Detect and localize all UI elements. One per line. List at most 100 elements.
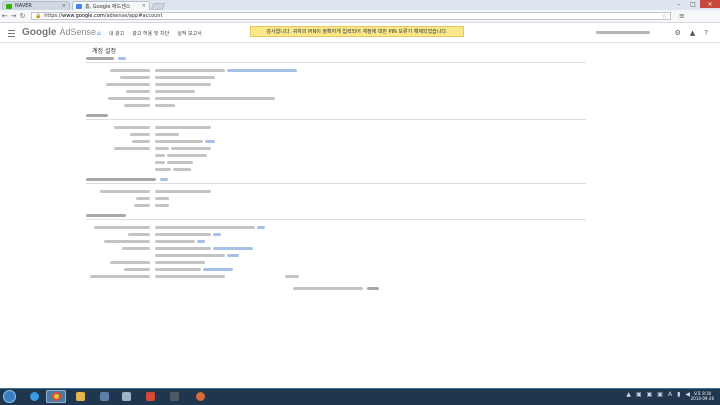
field-value-blurred xyxy=(155,190,211,193)
section-payment-info xyxy=(86,114,586,173)
bell-icon[interactable]: ▲ xyxy=(690,29,695,37)
url-bar[interactable]: 🔒 https://www.google.com/adsense/app#acc… xyxy=(31,12,671,20)
field-value-blurred xyxy=(155,254,225,257)
app-icon-orange[interactable] xyxy=(190,390,210,403)
system-tray: ▲ ▣ ▣ ▣ A ▮ ◀ xyxy=(626,391,690,398)
close-window-button[interactable]: ✕ xyxy=(700,0,720,8)
app-icon-red[interactable] xyxy=(140,390,160,403)
field-label-blurred xyxy=(90,275,150,278)
field-label-blurred xyxy=(122,247,150,250)
app-icon-dark[interactable] xyxy=(164,390,184,403)
new-tab-button[interactable] xyxy=(150,3,166,10)
field-label-blurred xyxy=(126,90,150,93)
notice-banner: 감사합니다. 귀하의 PIN이 정확하게 입력되어 계정에 대한 PIN 보류가… xyxy=(250,26,464,37)
tab-close-icon[interactable]: × xyxy=(142,3,146,9)
field-value-blurred xyxy=(155,247,211,250)
network-icon[interactable]: ▮ xyxy=(677,391,680,398)
forward-icon[interactable]: → xyxy=(9,12,18,20)
tab-close-icon[interactable]: × xyxy=(62,3,66,9)
tab-naver[interactable]: NAVER × xyxy=(2,1,70,10)
camera-icon[interactable] xyxy=(116,390,136,403)
field-label-blurred xyxy=(106,83,150,86)
field-value-blurred xyxy=(155,204,169,207)
url-scheme: https:// xyxy=(44,13,63,19)
url-path: /adsense/app#account xyxy=(104,13,163,19)
start-button[interactable] xyxy=(3,390,16,403)
reload-icon[interactable]: ↻ xyxy=(18,12,27,20)
field-label-blurred xyxy=(110,261,150,264)
bookmark-star-icon[interactable]: ☆ xyxy=(662,13,667,20)
field-value-blurred xyxy=(155,133,179,136)
logo-google: Google xyxy=(22,27,57,38)
logo-product: AdSense xyxy=(59,27,96,37)
taskbar-clock[interactable]: 오후 8:30 2014-09-26 xyxy=(691,391,714,401)
account-email-blurred[interactable] xyxy=(596,31,650,34)
ie-icon[interactable] xyxy=(24,390,44,403)
folder-icon[interactable] xyxy=(70,390,90,403)
naver-favicon-icon xyxy=(6,3,12,9)
field-link-blurred[interactable] xyxy=(196,240,205,243)
section-heading-blurred xyxy=(86,178,156,181)
tab-adsense[interactable]: 홈, Google 애드센스 × xyxy=(72,1,150,10)
nav-performance-reports[interactable]: 실적 보고서 xyxy=(177,30,202,37)
field-link-blurred[interactable] xyxy=(202,268,233,271)
field-label-blurred xyxy=(100,190,150,193)
field-label-blurred xyxy=(136,197,150,200)
tray-arrow-icon[interactable]: ▲ xyxy=(626,391,631,398)
section-heading-blurred xyxy=(86,214,126,217)
field-label-blurred xyxy=(114,147,150,150)
field-link-blurred[interactable] xyxy=(204,140,215,143)
page-title: 계정 설정 xyxy=(92,48,116,55)
field-link-blurred[interactable] xyxy=(212,247,253,250)
edit-link-blurred[interactable] xyxy=(160,178,168,181)
volume-icon[interactable]: ◀ xyxy=(685,391,690,398)
nav-allow-block-ads[interactable]: 광고 허용 및 차단 xyxy=(132,30,169,37)
maximize-button[interactable]: □ xyxy=(686,0,700,8)
menu-icon[interactable] xyxy=(8,30,15,37)
field-value-blurred xyxy=(155,197,169,200)
tray-app-icon[interactable]: ▣ xyxy=(647,391,653,398)
tray-app-icon[interactable]: ▣ xyxy=(657,391,663,398)
footer-button-blurred[interactable] xyxy=(366,287,379,290)
field-value-blurred xyxy=(155,69,225,72)
adsense-favicon-icon xyxy=(76,3,82,9)
field-label-blurred xyxy=(120,76,150,79)
back-icon[interactable]: ← xyxy=(0,12,9,20)
field-label-blurred xyxy=(108,97,150,100)
section-heading-blurred xyxy=(86,57,114,60)
field-value-blurred xyxy=(155,126,211,129)
field-value-blurred xyxy=(155,154,165,157)
field-link-blurred[interactable] xyxy=(226,254,239,257)
section-preferences xyxy=(86,178,586,209)
field-value-blurred xyxy=(155,83,211,86)
media-player-icon[interactable] xyxy=(94,390,114,403)
top-nav: ⌂ 내 광고 광고 허용 및 차단 실적 보고서 xyxy=(97,30,202,37)
url-text[interactable]: https://www.google.com/adsense/app#accou… xyxy=(44,13,658,19)
field-link-blurred[interactable] xyxy=(226,69,297,72)
help-icon[interactable]: ? xyxy=(704,29,708,37)
header-icons: ⚙ ▲ ? xyxy=(675,29,708,37)
tab-label: NAVER xyxy=(15,3,32,9)
edit-link-blurred[interactable] xyxy=(118,57,126,60)
footer-text-blurred xyxy=(293,287,364,290)
browser-menu-icon[interactable]: ≡ xyxy=(679,12,685,20)
home-icon[interactable]: ⌂ xyxy=(97,30,101,37)
section-heading-blurred xyxy=(86,114,108,117)
field-value-blurred xyxy=(155,76,215,79)
field-label-blurred xyxy=(130,133,150,136)
field-link-blurred[interactable] xyxy=(212,233,221,236)
language-icon[interactable]: A xyxy=(668,391,672,398)
logo[interactable]: Google AdSense xyxy=(22,27,96,38)
chrome-icon[interactable] xyxy=(46,390,66,403)
tray-app-icon[interactable]: ▣ xyxy=(636,391,642,398)
address-toolbar: ← → ↻ 🔒 https://www.google.com/adsense/a… xyxy=(0,10,720,23)
gear-icon[interactable]: ⚙ xyxy=(675,29,681,37)
section-account-info xyxy=(86,57,586,109)
minimize-button[interactable]: – xyxy=(672,0,686,8)
divider xyxy=(86,219,586,220)
divider xyxy=(86,62,586,63)
field-value-blurred xyxy=(155,226,255,229)
field-link-blurred[interactable] xyxy=(256,226,265,229)
divider xyxy=(86,119,586,120)
nav-my-ads[interactable]: 내 광고 xyxy=(109,30,124,37)
